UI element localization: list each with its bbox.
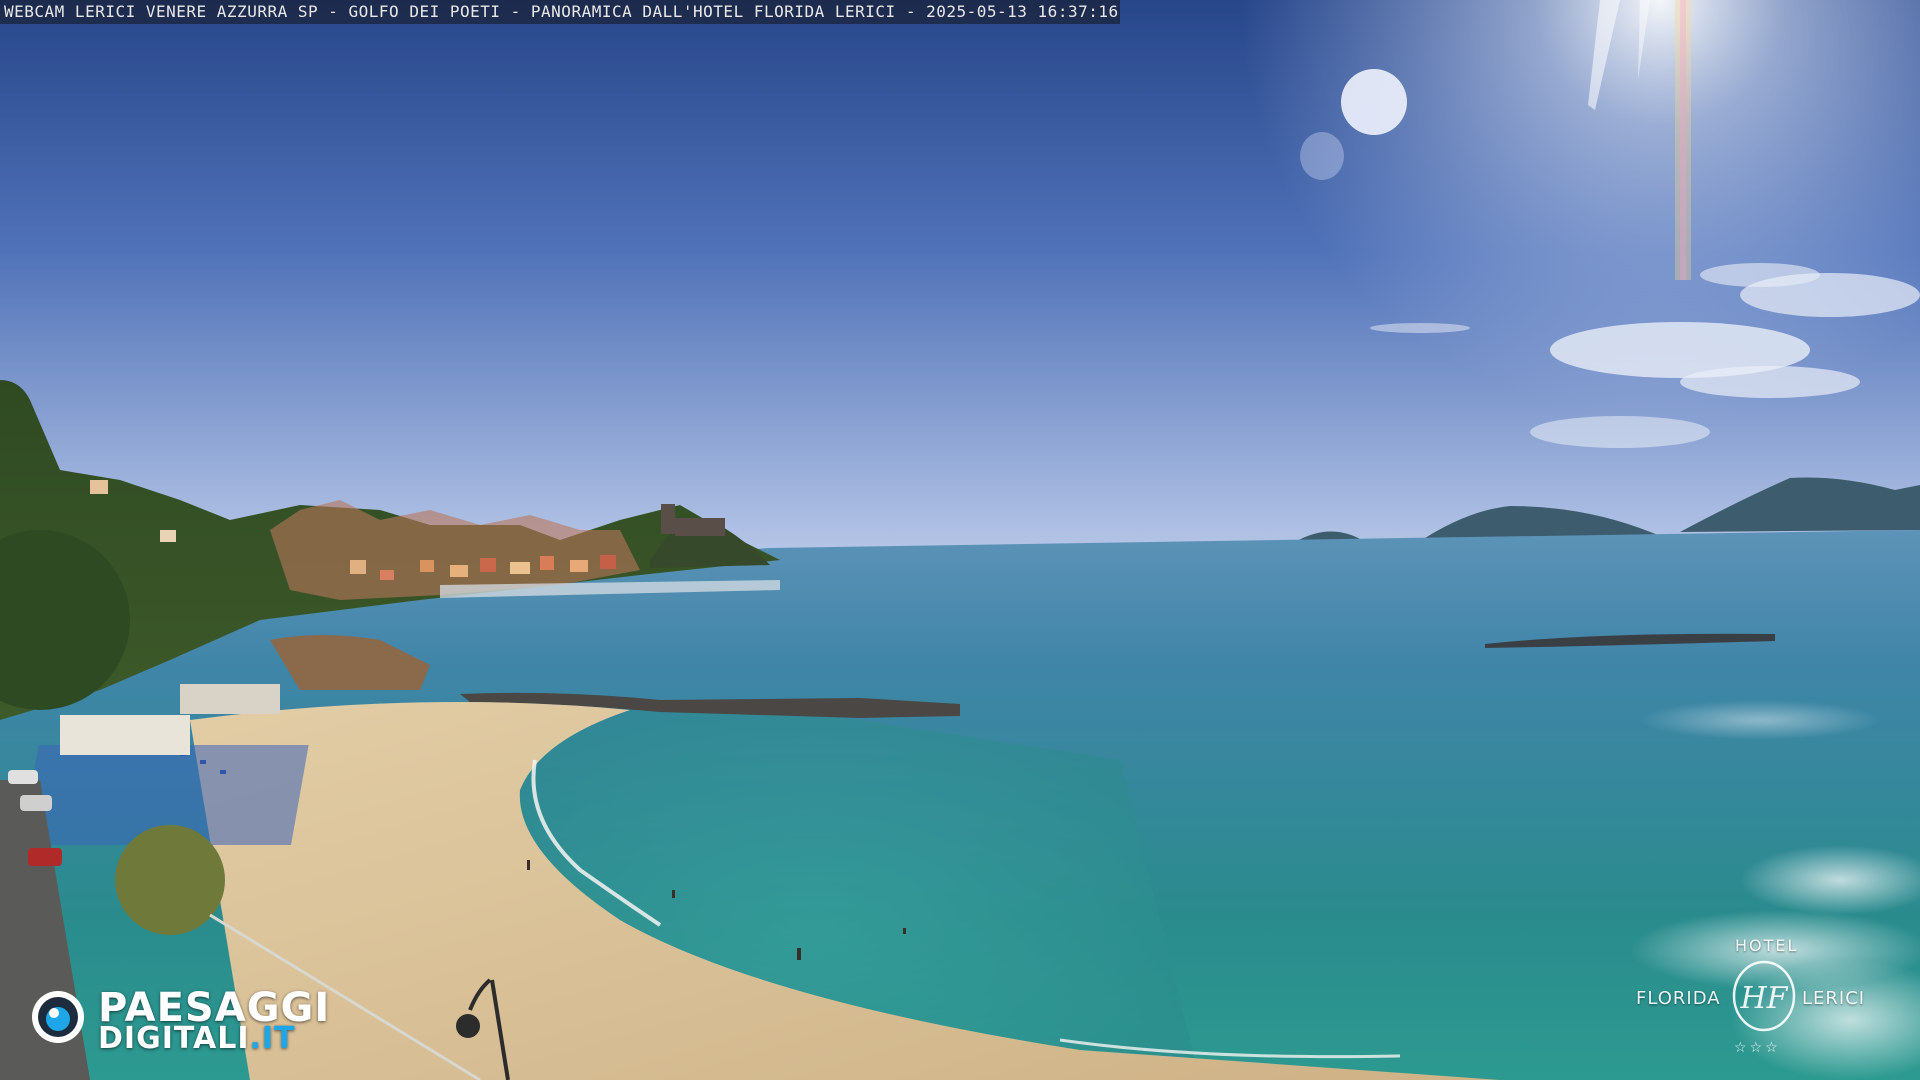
hotel-logo-right: LERICI — [1802, 988, 1866, 1009]
hotel-logo-top: HOTEL — [1735, 936, 1799, 955]
hotel-logo-left: FLORIDA — [1636, 988, 1721, 1009]
lens-flare — [1341, 69, 1407, 135]
hotel-monogram-icon: HF — [1732, 960, 1796, 1032]
webcam-caption: WEBCAM LERICI VENERE AZZURRA SP - GOLFO … — [4, 2, 1119, 21]
webcam-panorama — [0, 0, 1920, 1080]
logo-text-digitali-main: DIGITALI — [98, 1021, 250, 1056]
webcam-caption-bar: WEBCAM LERICI VENERE AZZURRA SP - GOLFO … — [0, 0, 1120, 24]
logo-text-digitali: DIGITALI.IT — [98, 1021, 296, 1056]
paesaggi-digitali-logo: PAESAGGI DIGITALI.IT — [30, 985, 340, 1056]
hotel-monogram-text: HF — [1740, 981, 1789, 1016]
eye-icon — [32, 991, 84, 1043]
hotel-stars: ☆☆☆ — [1734, 1040, 1781, 1056]
logo-text-tld: .IT — [249, 1021, 296, 1056]
tree — [115, 825, 225, 935]
lens-flare-small — [1300, 132, 1344, 180]
hotel-florida-logo: HOTEL HF FLORIDA LERICI ☆☆☆ — [1630, 932, 1900, 1062]
